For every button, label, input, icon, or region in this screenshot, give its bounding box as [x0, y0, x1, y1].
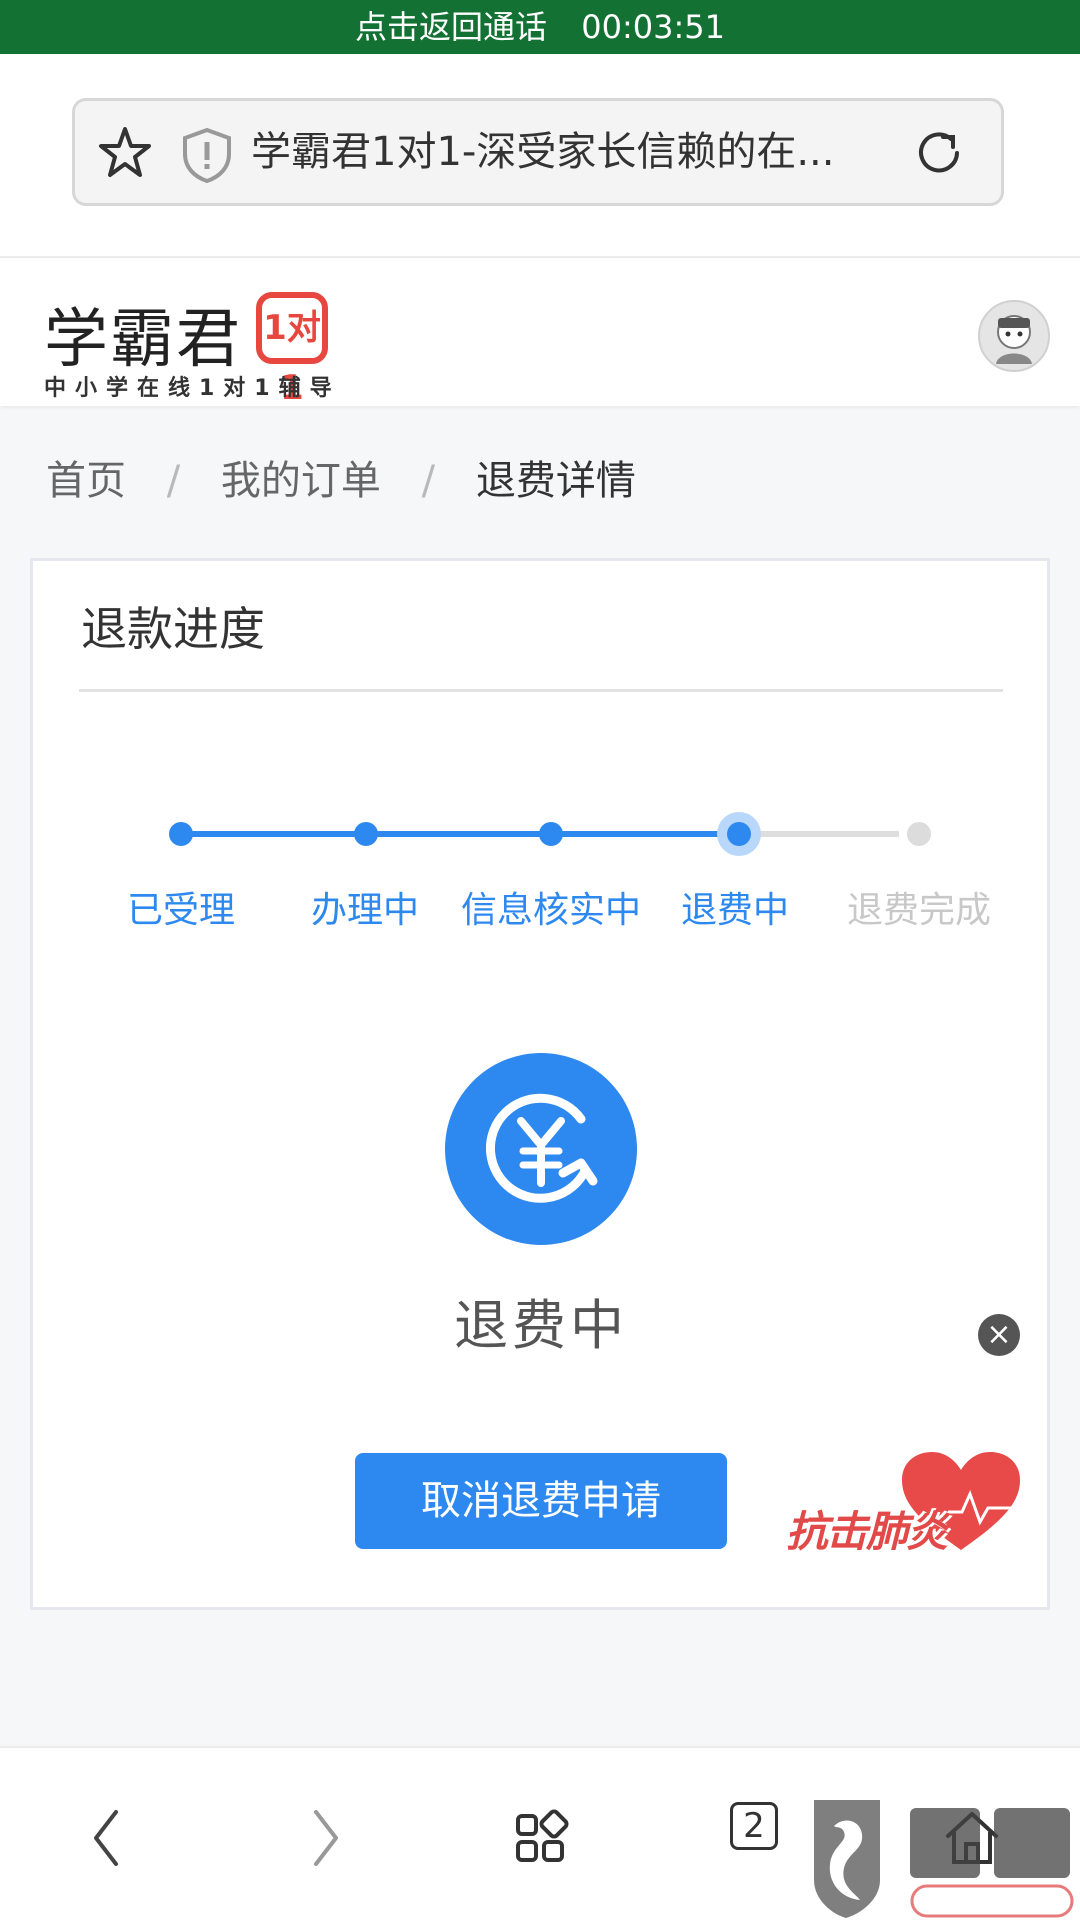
page-title[interactable]: 学霸君1对1-深受家长信赖的在... [251, 101, 891, 203]
breadcrumb-home[interactable]: 首页 [46, 458, 126, 504]
reload-icon[interactable] [911, 125, 967, 181]
address-bar[interactable]: 学霸君1对1-深受家长信赖的在... [72, 98, 1004, 206]
tabs-counter-button[interactable]: 2 [730, 1802, 778, 1850]
title-divider [79, 689, 1003, 692]
browser-toolbar: 学霸君1对1-深受家长信赖的在... [0, 54, 1080, 258]
call-return-label: 点击返回通话 [355, 8, 548, 46]
cancel-refund-button[interactable]: 取消退费申请 [355, 1453, 727, 1549]
progress-track-done [179, 831, 739, 837]
step-dot-5 [907, 822, 931, 846]
breadcrumb-orders[interactable]: 我的订单 [221, 458, 381, 504]
breadcrumb-current: 退费详情 [475, 458, 636, 504]
promo-banner[interactable]: 抗击肺炎 [786, 1450, 1026, 1560]
step-dot-2 [354, 822, 378, 846]
avatar-icon [996, 315, 1032, 364]
refund-status-text: 退费中 [454, 1294, 628, 1357]
back-icon[interactable] [68, 1798, 148, 1878]
forward-icon[interactable] [284, 1798, 364, 1878]
breadcrumb: 首页 / 我的订单 / 退费详情 [46, 448, 636, 506]
yuan-refund-icon [485, 1093, 598, 1203]
step-dot-1 [169, 822, 193, 846]
card-title: 退款进度 [81, 602, 265, 656]
call-timer: 00:03:51 [581, 8, 725, 46]
breadcrumb-separator: / [421, 458, 436, 504]
call-return-bar[interactable]: 点击返回通话 00:03:51 [0, 0, 1080, 54]
breadcrumb-separator: / [166, 458, 181, 504]
close-icon[interactable]: × [978, 1314, 1020, 1356]
progress-track-todo [739, 831, 899, 837]
logo-text[interactable]: 学霸君 [44, 288, 242, 380]
step-label-complete: 退费完成 [846, 890, 991, 931]
watermark-logo [814, 1800, 1074, 1918]
apps-icon[interactable] [500, 1798, 580, 1878]
site-header: 学霸君 1对1 中小学在线1对1辅导 [0, 258, 1080, 408]
logo-subtitle: 中小学在线1对1辅导 [44, 376, 341, 401]
promo-text: 抗击肺炎 [786, 1507, 948, 1556]
step-dot-3 [539, 822, 563, 846]
logo-badge: 1对1 [256, 292, 328, 408]
shield-icon[interactable] [181, 127, 233, 183]
refund-status-icon [445, 1053, 637, 1245]
step-dot-current [727, 822, 751, 846]
star-icon[interactable] [97, 125, 153, 181]
avatar[interactable] [978, 300, 1050, 372]
